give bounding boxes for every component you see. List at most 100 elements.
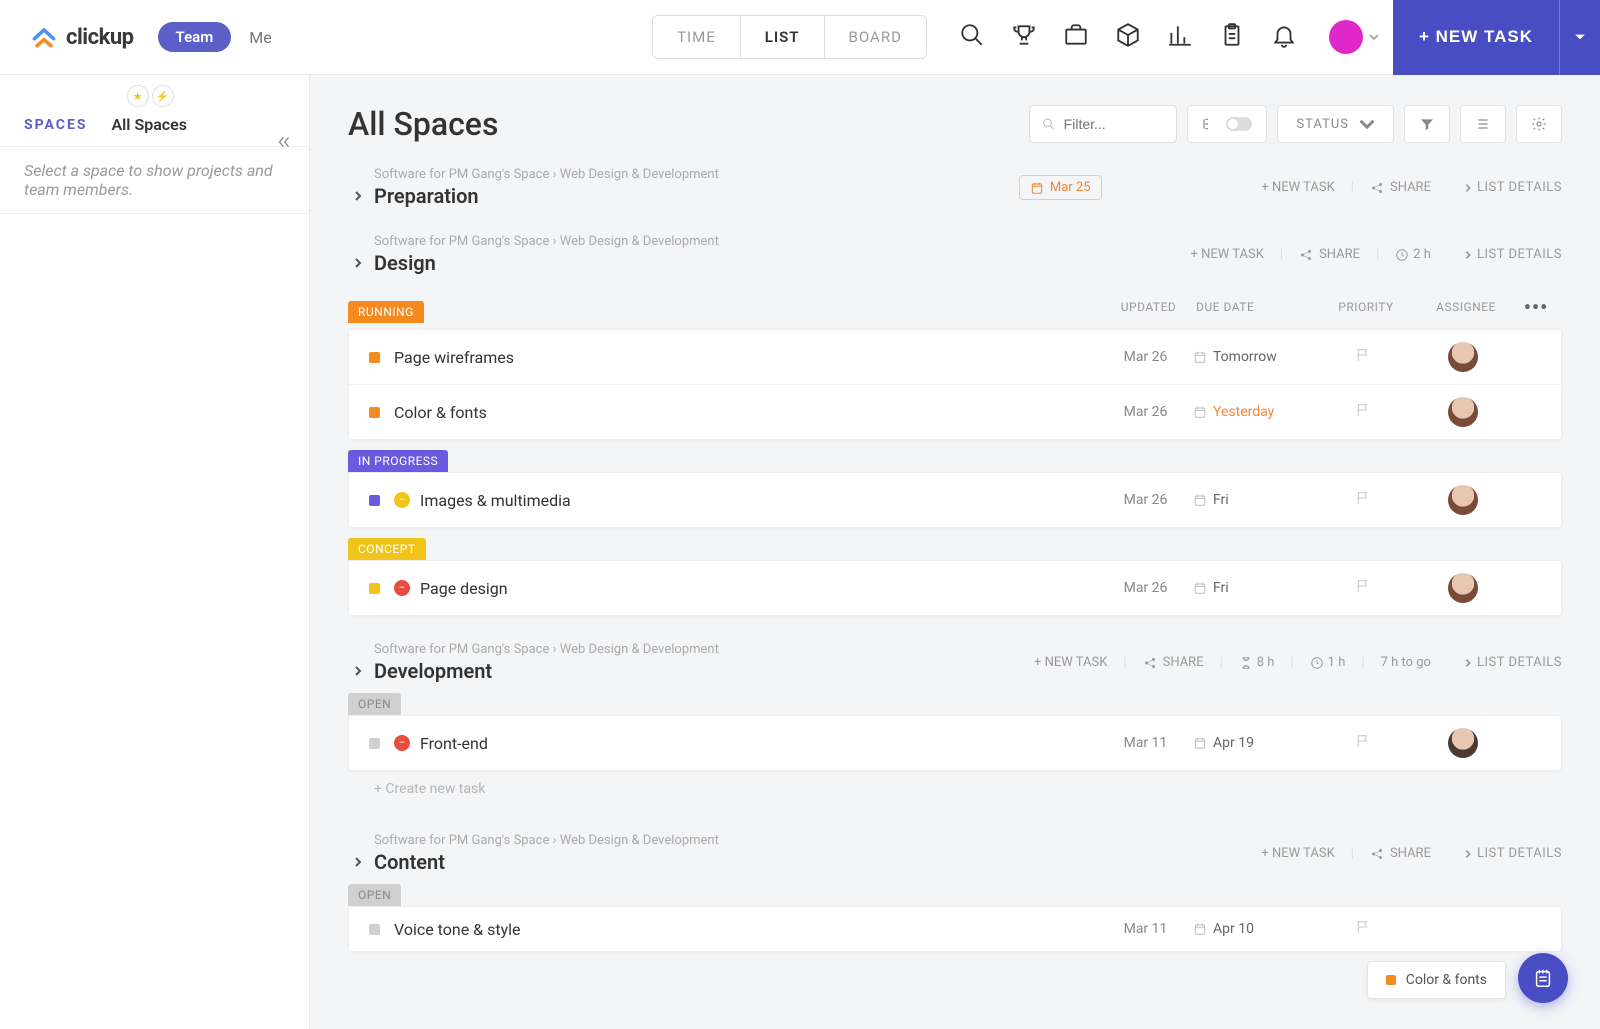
task-assignee[interactable] [1413,485,1513,515]
list-details-link[interactable]: LIST DETAILS [1463,180,1562,195]
task-priority[interactable] [1313,490,1413,510]
status-dropdown[interactable]: STATUS [1277,105,1394,143]
task-name[interactable]: Page design [420,579,1098,598]
notepad-fab[interactable] [1518,953,1568,1003]
section-share[interactable]: SHARE [1299,247,1360,262]
task-row[interactable]: – Page design Mar 26 Fri [349,561,1561,615]
star-badge-icon[interactable]: ★ [127,85,149,107]
top-bar: clickup Team Me TIME LIST BOARD + NEW TA… [0,0,1600,75]
section-share[interactable]: SHARE [1370,180,1431,195]
breadcrumb[interactable]: Software for PM Gang's Space › Web Desig… [374,833,719,848]
status-pill[interactable]: CONCEPT [348,538,426,560]
new-task-button[interactable]: + NEW TASK [1393,0,1559,75]
more-columns-icon[interactable]: ••• [1516,295,1556,319]
briefcase-icon[interactable] [1063,22,1089,52]
filter-input[interactable] [1064,116,1165,132]
task-assignee[interactable] [1413,397,1513,427]
create-task-link[interactable]: + Create new task [348,771,1562,807]
task-priority[interactable] [1313,919,1413,939]
section-title[interactable]: Design [374,251,719,275]
task-priority[interactable] [1313,578,1413,598]
user-menu[interactable] [1315,20,1393,54]
assignee-avatar[interactable] [1448,728,1478,758]
collapse-section-icon[interactable] [352,853,364,872]
breadcrumb[interactable]: Software for PM Gang's Space › Web Desig… [374,167,719,182]
task-due[interactable]: Tomorrow [1193,349,1313,365]
section-new-task[interactable]: + NEW TASK [1261,846,1334,861]
task-priority[interactable] [1313,402,1413,422]
task-due[interactable]: Fri [1193,580,1313,596]
filter-input-wrap[interactable] [1029,105,1177,143]
bolt-badge-icon[interactable]: ⚡ [152,85,174,107]
section-date-pill[interactable]: Mar 25 [1019,175,1102,200]
logo[interactable]: clickup [0,23,134,51]
list-details-link[interactable]: LIST DETAILS [1463,247,1562,262]
reports-icon[interactable] [1167,22,1193,52]
task-due[interactable]: Fri [1193,492,1313,508]
minimized-task-card[interactable]: Color & fonts [1367,961,1506,999]
team-tab[interactable]: Team [158,22,232,52]
collapse-section-icon[interactable] [352,662,364,681]
collapse-section-icon[interactable] [352,187,364,206]
settings-button[interactable] [1516,105,1562,143]
columns-button[interactable] [1460,105,1506,143]
status-pill[interactable]: OPEN [348,693,401,715]
task-name[interactable]: Images & multimedia [420,491,1098,510]
status-pill[interactable]: IN PROGRESS [348,450,448,472]
task-priority[interactable] [1313,733,1413,753]
task-name[interactable]: Page wireframes [394,348,1098,367]
section-share[interactable]: SHARE [1143,655,1204,670]
subtasks-toggle[interactable] [1187,105,1267,143]
task-due[interactable]: Yesterday [1193,404,1313,420]
section-title[interactable]: Content [374,850,719,874]
task-assignee[interactable] [1413,728,1513,758]
section-title[interactable]: Development [374,659,719,683]
status-dot [1386,975,1396,985]
breadcrumb[interactable]: Software for PM Gang's Space › Web Desig… [374,642,719,657]
trophy-icon[interactable] [1011,22,1037,52]
section-new-task[interactable]: + NEW TASK [1261,180,1334,195]
section-new-task[interactable]: + NEW TASK [1191,247,1264,262]
task-row[interactable]: – Front-end Mar 11 Apr 19 [349,716,1561,770]
section-title[interactable]: Preparation [374,184,719,208]
section-share[interactable]: SHARE [1370,846,1431,861]
task-due[interactable]: Apr 19 [1193,735,1313,751]
task-row[interactable]: – Images & multimedia Mar 26 Fri [349,473,1561,527]
collapse-section-icon[interactable] [352,254,364,273]
task-assignee[interactable] [1413,342,1513,372]
clipboard-icon[interactable] [1219,22,1245,52]
task-row[interactable]: Page wireframes Mar 26 Tomorrow [349,330,1561,385]
task-row[interactable]: Color & fonts Mar 26 Yesterday [349,385,1561,439]
chevron-down-icon [1359,116,1375,132]
view-board[interactable]: BOARD [825,16,926,58]
assignee-avatar[interactable] [1448,573,1478,603]
breadcrumb[interactable]: Software for PM Gang's Space › Web Desig… [374,234,719,249]
assignee-avatar[interactable] [1448,485,1478,515]
task-name[interactable]: Front-end [420,734,1098,753]
assignee-avatar[interactable] [1448,342,1478,372]
list-details-link[interactable]: LIST DETAILS [1463,846,1562,861]
me-tab[interactable]: Me [249,28,271,47]
status-pill[interactable]: RUNNING [348,301,424,323]
status-pill[interactable]: OPEN [348,884,401,906]
new-task-dropdown[interactable] [1559,0,1600,75]
search-icon[interactable] [959,22,985,52]
box-icon[interactable] [1115,22,1141,52]
list-details-link[interactable]: LIST DETAILS [1463,655,1562,670]
collapse-sidebar-icon[interactable] [275,133,293,155]
task-name[interactable]: Voice tone & style [394,920,1098,939]
section-new-task[interactable]: + NEW TASK [1034,655,1107,670]
task-due[interactable]: Apr 10 [1193,921,1313,937]
sidebar-tab-allspaces[interactable]: All Spaces [111,115,187,134]
view-list[interactable]: LIST [741,16,825,58]
bell-icon[interactable] [1271,22,1297,52]
sidebar-tab-spaces[interactable]: SPACES [24,117,87,133]
view-time[interactable]: TIME [653,16,741,58]
logo-icon [30,23,58,51]
task-name[interactable]: Color & fonts [394,403,1098,422]
task-row[interactable]: Voice tone & style Mar 11 Apr 10 [349,907,1561,951]
task-assignee[interactable] [1413,573,1513,603]
assignee-avatar[interactable] [1448,397,1478,427]
filter-button[interactable] [1404,105,1450,143]
task-priority[interactable] [1313,347,1413,367]
